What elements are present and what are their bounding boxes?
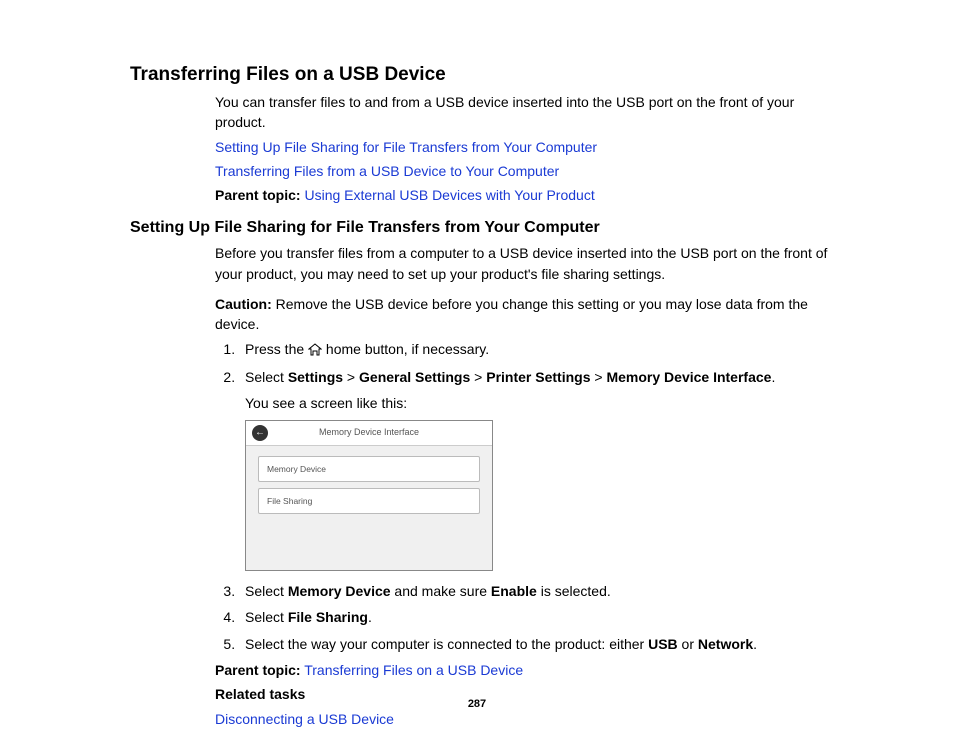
heading-2: Setting Up File Sharing for File Transfe… [130,219,834,237]
step2-select: Select [245,369,288,385]
gt3: > [591,369,607,385]
step3-a: Select [245,583,288,599]
step-5: Select the way your computer is connecte… [239,634,834,654]
step3-b: and make sure [391,583,491,599]
link-transferring-files[interactable]: Transferring Files from a USB Device to … [215,163,559,179]
step2-memory: Memory Device Interface [606,369,771,385]
caution-line: Caution: Remove the USB device before yo… [215,294,834,335]
step2-printer: Printer Settings [486,369,590,385]
home-icon [308,341,322,361]
step4-file-sharing: File Sharing [288,609,368,625]
step-1: Press the home button, if necessary. [239,339,834,361]
step2-settings: Settings [288,369,343,385]
intro-text: You can transfer files to and from a USB… [215,92,834,133]
steps-list: Press the home button, if necessary. Sel… [215,339,834,654]
step-2: Select Settings > General Settings > Pri… [239,367,834,571]
step5-usb: USB [648,636,678,652]
before-text: Before you transfer files from a compute… [215,243,834,284]
parent-topic-link-top[interactable]: Using External USB Devices with Your Pro… [304,187,594,203]
screenshot-header: ← Memory Device Interface [246,421,492,446]
gt1: > [343,369,359,385]
period2: . [368,609,372,625]
step1-text-a: Press the [245,341,308,357]
step5-or: or [678,636,698,652]
step2-see-screen: You see a screen like this: [245,393,834,413]
page-number: 287 [0,698,954,710]
step1-text-b: home button, if necessary. [322,341,489,357]
screenshot-row-memory-device: Memory Device [258,456,480,482]
parent-topic-line: Parent topic: Using External USB Devices… [215,185,834,205]
step2-general: General Settings [359,369,470,385]
parent-topic-line-bottom: Parent topic: Transferring Files on a US… [215,660,834,680]
caution-label: Caution: [215,296,272,312]
gt2: > [470,369,486,385]
step3-memory-device: Memory Device [288,583,391,599]
screenshot-row-file-sharing: File Sharing [258,488,480,514]
back-icon: ← [252,425,268,441]
caution-text: Remove the USB device before you change … [215,296,808,332]
page-container: Transferring Files on a USB Device You c… [0,0,954,738]
parent-topic-link-bottom[interactable]: Transferring Files on a USB Device [304,662,523,678]
subsection-body: Before you transfer files from a compute… [215,243,834,728]
step3-enable: Enable [491,583,537,599]
section-body: You can transfer files to and from a USB… [215,92,834,205]
screenshot-title: Memory Device Interface [268,426,486,439]
parent-topic-label-bottom: Parent topic: [215,662,301,678]
related-task-link[interactable]: Disconnecting a USB Device [215,711,394,727]
period1: . [771,369,775,385]
link-setup-file-sharing[interactable]: Setting Up File Sharing for File Transfe… [215,139,597,155]
heading-1: Transferring Files on a USB Device [130,64,834,86]
step3-c: is selected. [537,583,611,599]
period3: . [753,636,757,652]
step5-a: Select the way your computer is connecte… [245,636,648,652]
step4-a: Select [245,609,288,625]
parent-topic-label: Parent topic: [215,187,301,203]
step5-network: Network [698,636,753,652]
device-screenshot: ← Memory Device Interface Memory Device … [245,420,493,572]
screenshot-body: Memory Device File Sharing [246,446,492,571]
step-3: Select Memory Device and make sure Enabl… [239,581,834,601]
step-4: Select File Sharing. [239,607,834,627]
